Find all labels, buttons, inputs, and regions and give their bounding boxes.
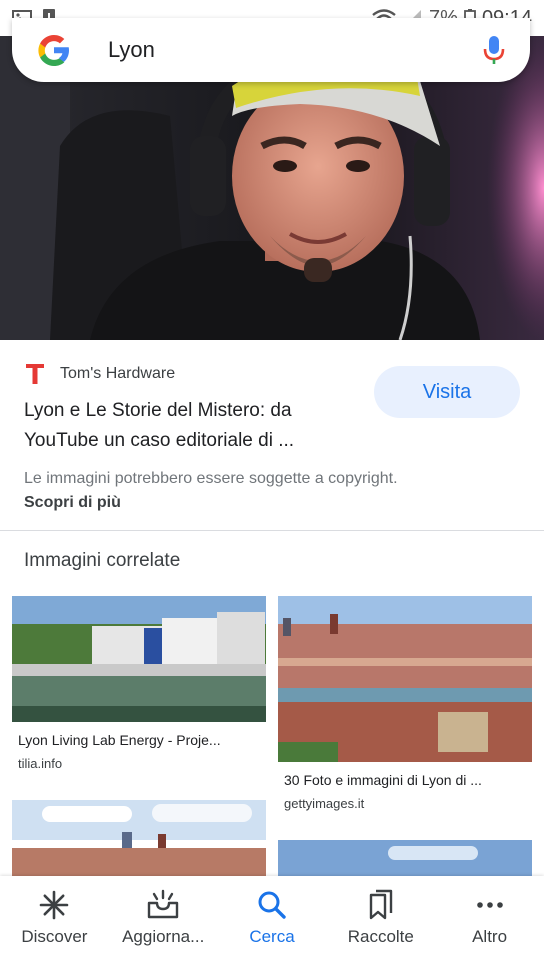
nav-updates[interactable]: Aggiorna... (109, 876, 218, 960)
copyright-notice: Le immagini potrebbero essere soggette a… (24, 470, 398, 487)
related-image-thumbnail[interactable] (12, 800, 266, 876)
visit-button[interactable]: Visita (374, 366, 520, 418)
asterisk-icon (40, 890, 69, 920)
related-image-source: gettyimages.it (284, 796, 365, 811)
related-image-thumbnail[interactable] (278, 596, 532, 762)
related-image-title[interactable]: Lyon Living Lab Energy - Proje... (18, 732, 262, 748)
learn-more-link[interactable]: Scopri di più (24, 494, 121, 512)
more-horizontal-icon (476, 902, 503, 908)
nav-discover[interactable]: Discover (0, 876, 109, 960)
bottom-navigation: Discover Aggiorna... Cerca Raccolte Altr… (0, 876, 544, 960)
source-name: Tom's Hardware (60, 365, 176, 382)
microphone-icon[interactable] (482, 34, 506, 66)
bookmarks-icon (369, 889, 392, 920)
search-query[interactable]: Lyon (108, 37, 482, 63)
nav-more[interactable]: Altro (435, 876, 544, 960)
related-image-thumbnail[interactable] (278, 840, 532, 876)
result-source[interactable]: Tom's Hardware (24, 362, 175, 386)
related-images-heading: Immagini correlate (24, 550, 181, 571)
google-logo-icon (38, 35, 69, 66)
related-image-source: tilia.info (18, 756, 63, 771)
related-image-title[interactable]: 30 Foto e immagini di Lyon di ... (284, 772, 528, 788)
divider (0, 530, 544, 531)
search-bar[interactable]: Lyon (12, 18, 530, 82)
search-icon (258, 891, 286, 919)
result-title[interactable]: Lyon e Le Storie del Mistero: da YouTube… (24, 396, 364, 456)
nav-search[interactable]: Cerca (218, 876, 327, 960)
toms-hardware-logo-icon (26, 364, 44, 384)
related-image-thumbnail[interactable] (12, 596, 266, 722)
nav-collections[interactable]: Raccolte (326, 876, 435, 960)
inbox-updates-icon (147, 889, 179, 919)
